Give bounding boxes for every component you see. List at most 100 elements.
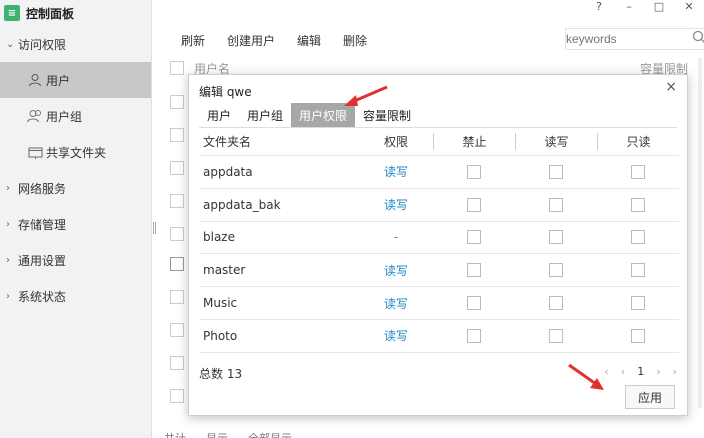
column-deny: 禁止 (433, 133, 515, 150)
chevron-right-icon: › (6, 218, 10, 230)
column-folder-name: 文件夹名 (203, 135, 252, 149)
edit-button[interactable]: 编辑 (286, 32, 332, 49)
deny-checkbox[interactable] (467, 197, 481, 212)
sidebar-section-general[interactable]: › 通用设置 (0, 242, 151, 278)
folder-icon (26, 144, 44, 160)
chevron-down-icon: ⌄ (6, 38, 15, 50)
dialog-title: 编辑 qwe (199, 85, 252, 99)
sidebar-item-users[interactable]: 用户 (0, 62, 151, 98)
folder-name: Music (203, 296, 238, 311)
deny-checkbox[interactable] (467, 296, 481, 311)
table-row: Photo 读写 (199, 320, 679, 353)
folder-name: master (203, 263, 246, 278)
sidebar-section-storage[interactable]: › 存储管理 (0, 206, 151, 242)
permission-value: - (393, 230, 399, 245)
read-write-checkbox[interactable] (549, 328, 563, 343)
permission-value: 读写 (383, 329, 408, 344)
folder-name: appdata (203, 164, 253, 179)
row-checkbox[interactable] (170, 128, 184, 142)
table-row: appdata_bak 读写 (199, 189, 679, 222)
read-only-checkbox[interactable] (631, 230, 645, 245)
permission-value: 读写 (383, 165, 408, 180)
search-icon[interactable] (692, 30, 704, 47)
footer-show-all[interactable]: 全部显示 (248, 430, 292, 438)
chevron-right-icon: › (6, 290, 10, 302)
app-title-text: 控制面板 (26, 6, 75, 21)
scrollbar[interactable] (698, 58, 702, 408)
read-only-checkbox[interactable] (631, 197, 645, 212)
permission-value: 读写 (383, 198, 408, 213)
sidebar-section-label: 通用设置 (18, 253, 67, 268)
row-checkbox[interactable] (170, 356, 184, 370)
column-read-only: 只读 (597, 133, 679, 150)
row-checkbox[interactable] (170, 290, 184, 304)
read-write-checkbox[interactable] (549, 230, 563, 245)
permission-table-header: 文件夹名 权限 禁止 读写 只读 (199, 128, 679, 156)
sidebar-item-user-groups[interactable]: 用户组 (0, 98, 151, 134)
deny-checkbox[interactable] (467, 230, 481, 245)
footer-total: 共计 (164, 430, 186, 438)
deny-checkbox[interactable] (467, 263, 481, 278)
folder-name: blaze (203, 230, 235, 245)
read-only-checkbox[interactable] (631, 296, 645, 311)
read-write-checkbox[interactable] (549, 296, 563, 311)
sidebar-section-network[interactable]: › 网络服务 (0, 170, 151, 206)
sidebar-section-label: 网络服务 (18, 181, 67, 196)
table-row: appdata 读写 (199, 156, 679, 189)
refresh-button[interactable]: 刷新 (170, 32, 216, 49)
read-only-checkbox[interactable] (631, 263, 645, 278)
read-only-checkbox[interactable] (631, 164, 645, 179)
help-button[interactable]: ? (584, 0, 614, 16)
annotation-arrow-icon (568, 363, 604, 390)
user-icon (26, 72, 44, 88)
apply-button[interactable]: 应用 (625, 385, 675, 409)
column-permission: 权限 (383, 135, 408, 149)
footer-show: 显示 (206, 430, 228, 438)
next-page-button[interactable]: › (656, 365, 660, 378)
tab-user[interactable]: 用户 (199, 103, 239, 127)
deny-checkbox[interactable] (467, 328, 481, 343)
sidebar-item-shared-folders[interactable]: 共享文件夹 (0, 134, 151, 170)
chevron-right-icon: › (6, 254, 10, 266)
sidebar-section-label: 存储管理 (18, 217, 67, 232)
read-write-checkbox[interactable] (549, 263, 563, 278)
total-count: 总数 13 (199, 367, 243, 381)
search-input[interactable] (566, 29, 686, 49)
row-checkbox[interactable] (170, 95, 184, 109)
pagination: ‹ ‹ 1 › › (604, 365, 677, 378)
toolbar: 刷新 创建用户 编辑 删除 (170, 26, 704, 54)
deny-checkbox[interactable] (467, 164, 481, 179)
sidebar-section-status[interactable]: › 系统状态 (0, 278, 151, 314)
chevron-right-icon: › (6, 182, 10, 194)
read-only-checkbox[interactable] (631, 328, 645, 343)
delete-button[interactable]: 删除 (332, 32, 378, 49)
select-all-checkbox[interactable] (170, 61, 184, 75)
folder-name: Photo (203, 328, 238, 343)
user-group-icon (26, 108, 44, 124)
column-read-write: 读写 (515, 133, 597, 150)
permission-table: 文件夹名 权限 禁止 读写 只读 appdata 读写 appdata_bak … (199, 128, 679, 353)
table-row: blaze - (199, 222, 679, 255)
row-checkbox[interactable] (170, 257, 184, 271)
read-write-checkbox[interactable] (549, 164, 563, 179)
row-checkbox[interactable] (170, 323, 184, 337)
folder-name: appdata_bak (203, 197, 281, 212)
row-checkbox[interactable] (170, 194, 184, 208)
sidebar-splitter-handle[interactable] (153, 222, 156, 234)
read-write-checkbox[interactable] (549, 197, 563, 212)
tab-user-group[interactable]: 用户组 (239, 103, 291, 127)
row-checkbox[interactable] (170, 389, 184, 403)
row-checkbox[interactable] (170, 161, 184, 175)
sidebar-item-label: 共享文件夹 (46, 145, 107, 160)
sidebar-section-access[interactable]: ⌄ 访问权限 (0, 26, 151, 62)
close-icon[interactable]: × (665, 79, 677, 95)
minimize-button[interactable]: – (614, 0, 644, 16)
create-user-button[interactable]: 创建用户 (216, 32, 286, 49)
sidebar: ≡ 控制面板 ⌄ 访问权限 用户 用户组 共享文件夹 › 网络服务 › 存储管理… (0, 0, 152, 438)
prev-page-button[interactable]: ‹ (621, 365, 625, 378)
last-page-button[interactable]: › (673, 365, 677, 378)
row-checkbox[interactable] (170, 227, 184, 241)
window-controls: ? – □ ✕ (584, 0, 704, 16)
maximize-button[interactable]: □ (644, 0, 674, 16)
close-window-button[interactable]: ✕ (674, 0, 704, 16)
